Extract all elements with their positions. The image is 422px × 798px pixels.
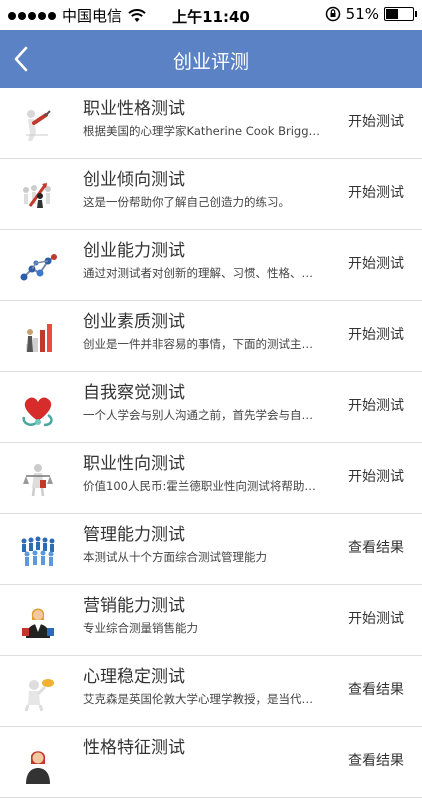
item-title: 创业倾向测试 bbox=[83, 170, 185, 190]
heart-stethoscope-icon bbox=[18, 389, 58, 429]
thinking-figure-icon bbox=[18, 673, 58, 713]
status-bar: 中国电信 上午11:40 51% bbox=[0, 0, 422, 30]
item-action-button[interactable]: 查看结果 bbox=[348, 750, 404, 770]
battery-percent: 51% bbox=[345, 5, 379, 23]
list-item[interactable]: 职业性向测试价值100人民币:霍兰德职业性向测试将帮助… 开始测试 bbox=[0, 443, 422, 514]
item-title: 创业能力测试 bbox=[83, 241, 185, 261]
item-description: 一个人学会与别人沟通之前，首先学会与自… bbox=[83, 408, 313, 422]
list-item[interactable]: 营销能力测试专业综合测量销售能力 开始测试 bbox=[0, 585, 422, 656]
list-item[interactable]: 管理能力测试本测试从十个方面综合测试管理能力 查看结果 bbox=[0, 514, 422, 585]
person-pen-icon bbox=[18, 105, 58, 145]
list-item[interactable]: 创业素质测试创业是一件并非容易的事情，下面的测试主… 开始测试 bbox=[0, 301, 422, 372]
item-description: 艾克森是英国伦敦大学心理学教授，是当代… bbox=[83, 692, 313, 706]
item-title: 管理能力测试 bbox=[83, 525, 185, 545]
item-action-button[interactable]: 开始测试 bbox=[348, 111, 404, 131]
page-title: 创业评测 bbox=[172, 51, 249, 73]
list-item[interactable]: 职业性格测试根据美国的心理学家Katherine Cook Briggs… 开始测… bbox=[0, 88, 422, 159]
item-description: 这是一份帮助你了解自己创造力的练习。 bbox=[83, 195, 290, 209]
item-title: 心理稳定测试 bbox=[83, 667, 185, 687]
list-item[interactable]: 创业倾向测试这是一份帮助你了解自己创造力的练习。 开始测试 bbox=[0, 159, 422, 230]
item-action-button[interactable]: 开始测试 bbox=[348, 324, 404, 344]
item-description: 专业综合测量销售能力 bbox=[83, 621, 198, 635]
item-description: 本测试从十个方面综合测试管理能力 bbox=[83, 550, 267, 564]
status-right: 51% bbox=[325, 5, 417, 23]
crowd-icon bbox=[18, 531, 58, 571]
figures-arrow-icon bbox=[18, 176, 58, 216]
item-description: 通过对测试者对创新的理解、习惯、性格、… bbox=[83, 266, 313, 280]
justice-scale-icon bbox=[18, 460, 58, 500]
item-action-button[interactable]: 查看结果 bbox=[348, 537, 404, 557]
orientation-lock-icon bbox=[325, 6, 340, 22]
item-action-button[interactable]: 开始测试 bbox=[348, 608, 404, 628]
item-action-button[interactable]: 开始测试 bbox=[348, 182, 404, 202]
item-title: 职业性向测试 bbox=[83, 454, 185, 474]
bar-chart-icon bbox=[18, 318, 58, 358]
item-description: 价值100人民币:霍兰德职业性向测试将帮助… bbox=[83, 479, 316, 493]
item-title: 自我察觉测试 bbox=[83, 383, 185, 403]
item-title: 营销能力测试 bbox=[83, 596, 185, 616]
list-item[interactable]: 性格特征测试查看结果 bbox=[0, 727, 422, 798]
battery-icon bbox=[384, 7, 417, 21]
person-portrait-icon bbox=[18, 744, 58, 784]
list-item[interactable]: 自我察觉测试一个人学会与别人沟通之前，首先学会与自… 开始测试 bbox=[0, 372, 422, 443]
item-action-button[interactable]: 开始测试 bbox=[348, 395, 404, 415]
item-action-button[interactable]: 开始测试 bbox=[348, 253, 404, 273]
item-title: 职业性格测试 bbox=[83, 99, 185, 119]
item-action-button[interactable]: 查看结果 bbox=[348, 679, 404, 699]
businesswoman-icon bbox=[18, 602, 58, 642]
list-item[interactable]: 创业能力测试通过对测试者对创新的理解、习惯、性格、… 开始测试 bbox=[0, 230, 422, 301]
test-list: 职业性格测试根据美国的心理学家Katherine Cook Briggs… 开始测… bbox=[0, 88, 422, 798]
item-title: 创业素质测试 bbox=[83, 312, 185, 332]
item-title: 性格特征测试 bbox=[83, 738, 185, 758]
navigation-bar: 创业评测 bbox=[0, 30, 422, 88]
network-icon bbox=[18, 247, 58, 287]
item-description: 根据美国的心理学家Katherine Cook Briggs… bbox=[83, 124, 323, 138]
item-action-button[interactable]: 开始测试 bbox=[348, 466, 404, 486]
item-description: 创业是一件并非容易的事情，下面的测试主… bbox=[83, 337, 313, 351]
list-item[interactable]: 心理稳定测试艾克森是英国伦敦大学心理学教授，是当代… 查看结果 bbox=[0, 656, 422, 727]
